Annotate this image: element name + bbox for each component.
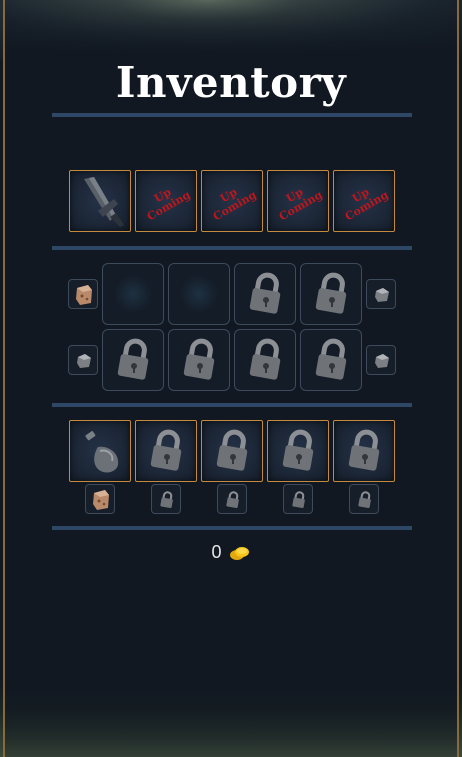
lock-icon (315, 272, 347, 314)
bag-slot-locked (102, 329, 164, 391)
lock-icon (358, 491, 371, 509)
sub-item-slot-locked (217, 484, 247, 514)
weapon-slot[interactable] (69, 170, 131, 232)
stone-icon (375, 288, 389, 302)
divider (52, 246, 412, 250)
bag-slot-locked (168, 329, 230, 391)
upcoming-slot: Up Coming (135, 170, 197, 232)
material-slot[interactable] (68, 279, 98, 309)
page-title: Inventory (115, 58, 347, 107)
lock-icon (292, 491, 305, 509)
copper-ore-icon (76, 285, 92, 305)
lock-icon (348, 429, 380, 471)
upcoming-slot: Up Coming (333, 170, 395, 232)
upcoming-label: Up Coming (210, 185, 259, 224)
bag-slot-locked (300, 263, 362, 325)
currency-amount: 0 (211, 542, 222, 562)
lock-icon (249, 272, 281, 314)
divider (52, 113, 412, 117)
lock-icon (150, 429, 182, 471)
sub-item-slot-locked (283, 484, 313, 514)
sub-item-slot-locked (151, 484, 181, 514)
bag-slot-locked (300, 329, 362, 391)
divider (52, 526, 412, 530)
upcoming-slot: Up Coming (267, 170, 329, 232)
upcoming-label: Up Coming (276, 185, 325, 224)
material-slot[interactable] (366, 345, 396, 375)
lock-icon (160, 491, 173, 509)
bag-slot-empty[interactable] (168, 263, 230, 325)
bag-slot-locked (234, 263, 296, 325)
potion-icon (85, 431, 119, 473)
consumable-slot-locked (267, 420, 329, 482)
lock-icon (216, 429, 248, 471)
lock-icon (117, 338, 149, 380)
divider (52, 403, 412, 407)
material-slot[interactable] (366, 279, 396, 309)
upcoming-label: Up Coming (342, 185, 391, 224)
material-slot[interactable] (68, 345, 98, 375)
lock-icon (183, 338, 215, 380)
consumable-slot-locked (333, 420, 395, 482)
sub-item-slot-locked (349, 484, 379, 514)
consumable-slot-locked (201, 420, 263, 482)
stone-icon (77, 354, 91, 368)
lock-icon (315, 338, 347, 380)
bag-slot-locked (234, 329, 296, 391)
sub-item-slot[interactable] (85, 484, 115, 514)
lock-icon (249, 338, 281, 380)
copper-ore-icon (93, 490, 109, 510)
sword-icon (84, 177, 124, 227)
stone-icon (375, 354, 389, 368)
lock-icon (226, 491, 239, 509)
potion-slot[interactable] (69, 420, 131, 482)
bag-slot-empty[interactable] (102, 263, 164, 325)
upcoming-slot: Up Coming (201, 170, 263, 232)
currency-display: 0 (0, 542, 462, 563)
upcoming-label: Up Coming (144, 185, 193, 224)
lock-icon (282, 429, 314, 471)
consumable-slot-locked (135, 420, 197, 482)
gold-coins-icon (229, 547, 249, 560)
